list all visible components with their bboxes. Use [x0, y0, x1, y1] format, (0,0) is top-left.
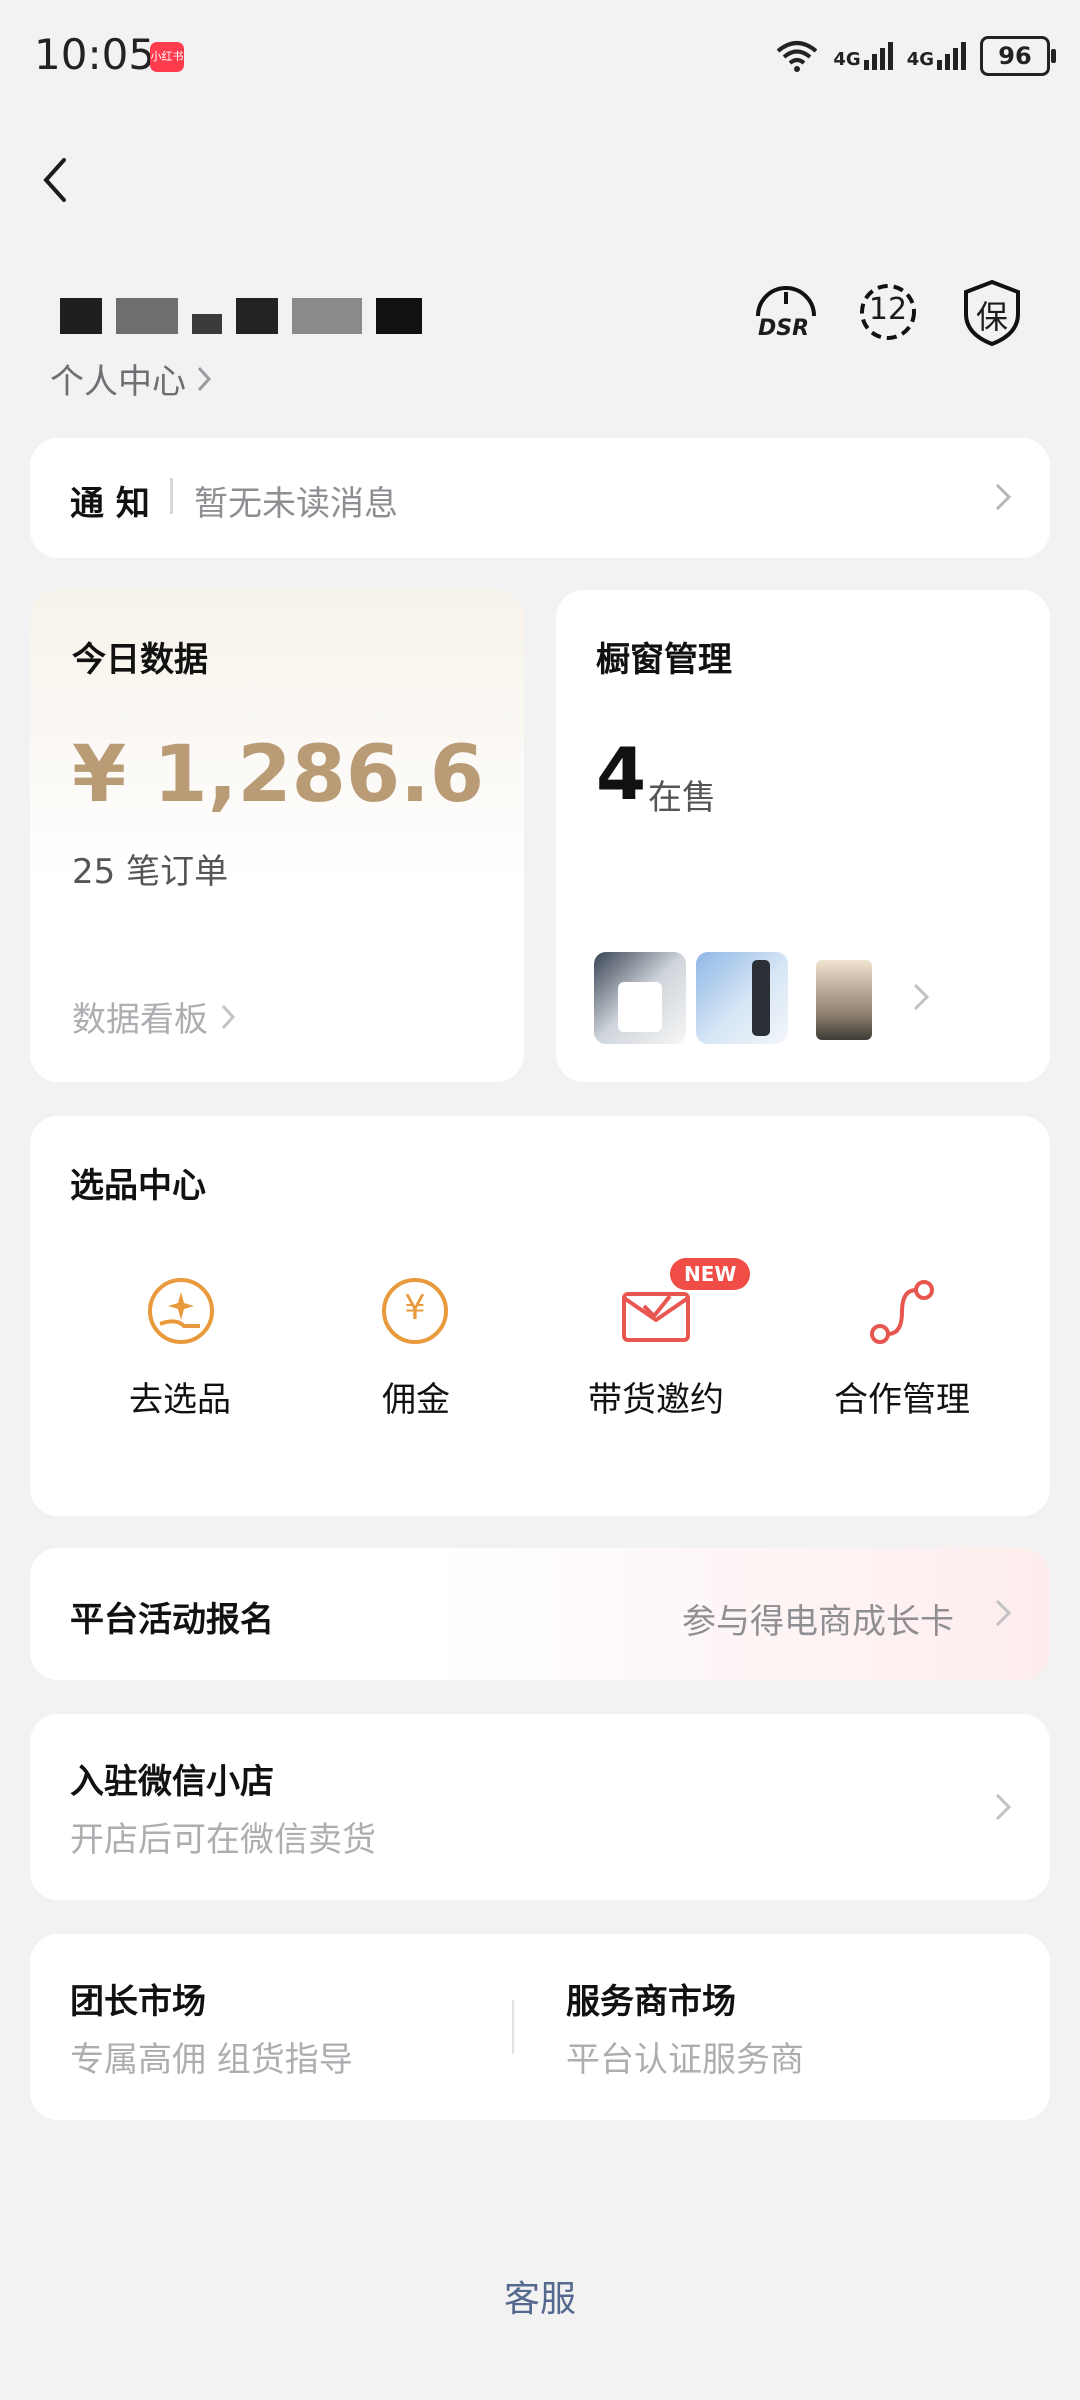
wifi-icon	[777, 41, 818, 72]
chevron-right-icon[interactable]	[912, 982, 930, 1012]
service-market-subtitle: 平台认证服务商	[566, 2040, 804, 2080]
showcase-count-unit: 在售	[648, 778, 716, 818]
route-icon	[870, 1280, 934, 1344]
showcase-title: 橱窗管理	[596, 640, 732, 680]
leader-market-button[interactable]: 团长市场 专属高佣 组货指导	[30, 1934, 510, 2120]
notification-label: 通 知	[70, 484, 150, 524]
platform-activity-title: 平台活动报名	[70, 1600, 274, 1640]
today-revenue: ¥ 1,286.6	[72, 730, 485, 820]
chevron-right-icon	[995, 1793, 1012, 1821]
level-badge[interactable]: 12	[852, 276, 924, 348]
wechat-store-card[interactable]: 入驻微信小店 开店后可在微信卖货	[30, 1714, 1050, 1900]
guarantee-badge[interactable]: 保	[956, 276, 1028, 348]
leader-market-title: 团长市场	[70, 1982, 206, 2022]
status-time: 10:05	[34, 30, 156, 79]
today-data-title: 今日数据	[72, 640, 208, 680]
cooperation-management-label: 合作管理	[834, 1380, 970, 1420]
go-select-label: 去选品	[129, 1380, 231, 1420]
order-count: 25 笔订单	[72, 852, 229, 892]
profile-center-link[interactable]: 个人中心	[50, 354, 212, 403]
go-select-products-button[interactable]: 去选品	[100, 1276, 260, 1436]
selection-center-title: 选品中心	[70, 1166, 206, 1206]
status-indicators: 4G 4G 96	[775, 34, 1056, 78]
divider	[512, 2000, 514, 2054]
shop-name-redacted	[60, 298, 422, 334]
service-market-title: 服务商市场	[566, 1982, 736, 2022]
markets-card: 团长市场 专属高佣 组货指导 服务商市场 平台认证服务商	[30, 1934, 1050, 2120]
selection-center-card: 选品中心 去选品 ¥ 佣金 NEW 带货邀约 合作管理	[30, 1116, 1050, 1516]
product-image-detail	[618, 982, 662, 1032]
sales-invitation-label: 带货邀约	[588, 1380, 724, 1420]
cooperation-management-button[interactable]: 合作管理	[812, 1276, 992, 1436]
commission-button[interactable]: ¥ 佣金	[336, 1276, 496, 1436]
network-type-1: 4G	[833, 49, 861, 70]
notification-text: 暂无未读消息	[194, 484, 398, 524]
cellular-signal-2: 4G	[907, 42, 966, 70]
product-image-detail	[752, 960, 770, 1036]
showcase-card[interactable]: 橱窗管理 4 在售	[556, 590, 1050, 1082]
profile-center-label: 个人中心	[50, 362, 186, 402]
service-market-button[interactable]: 服务商市场 平台认证服务商	[530, 1934, 1050, 2120]
today-data-card[interactable]: 今日数据 ¥ 1,286.6 25 笔订单 数据看板	[30, 590, 524, 1082]
customer-service-link[interactable]: 客服	[0, 2270, 1080, 2322]
notification-card[interactable]: 通 知 暂无未读消息	[30, 438, 1050, 558]
customer-service-label[interactable]: 客服	[504, 2279, 576, 2320]
new-badge: NEW	[670, 1258, 751, 1290]
app-notification-icon: 小红书	[150, 42, 184, 72]
mail-check-icon	[622, 1292, 690, 1342]
yen-symbol: ¥	[404, 1288, 426, 1328]
wechat-store-title: 入驻微信小店	[70, 1762, 274, 1802]
cellular-signal-1: 4G	[833, 42, 893, 70]
sales-invitation-button[interactable]: NEW 带货邀约	[566, 1258, 751, 1436]
network-type-2: 4G	[906, 49, 934, 70]
back-arrow-icon[interactable]	[36, 154, 76, 206]
commission-label: 佣金	[382, 1380, 450, 1420]
data-dashboard-link[interactable]: 数据看板	[72, 992, 236, 1041]
product-thumbnail[interactable]	[594, 952, 686, 1044]
platform-activity-link: 参与得电商成长卡	[682, 1602, 954, 1642]
product-thumbnail[interactable]	[816, 960, 872, 1040]
chevron-right-icon	[995, 1599, 1012, 1627]
dsr-rating-badge[interactable]: DSR	[750, 276, 822, 348]
product-thumbnail[interactable]	[696, 952, 788, 1044]
showcase-count: 4	[596, 732, 647, 816]
wechat-store-subtitle: 开店后可在微信卖货	[70, 1820, 376, 1860]
chevron-right-icon	[197, 366, 212, 391]
dsr-label: DSR	[758, 316, 810, 341]
divider	[170, 478, 173, 514]
data-dashboard-label: 数据看板	[72, 1000, 208, 1040]
battery-indicator: 96	[980, 36, 1056, 76]
chevron-right-icon	[995, 483, 1012, 511]
hand-sparkle-icon	[148, 1278, 214, 1344]
guarantee-label: 保	[975, 298, 1008, 336]
leader-market-subtitle: 专属高佣 组货指导	[70, 2040, 353, 2080]
platform-activity-card[interactable]: 平台活动报名 参与得电商成长卡	[30, 1548, 1050, 1680]
level-number: 12	[868, 292, 908, 327]
chevron-right-icon	[221, 1004, 236, 1029]
